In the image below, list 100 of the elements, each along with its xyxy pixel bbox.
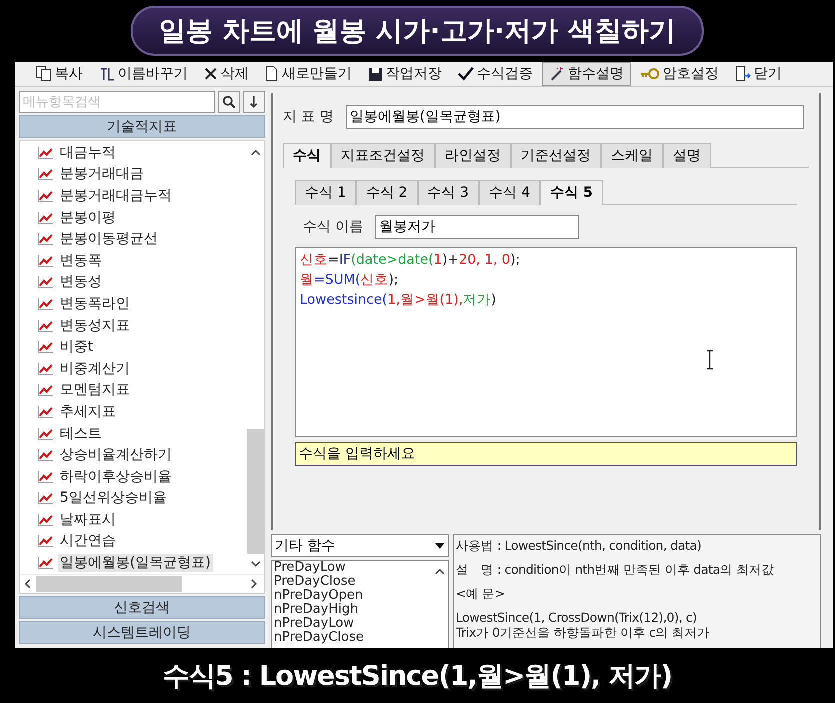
help-example-code: LowestSince(1, CrossDown(Trix(12),0), c) [456, 610, 698, 625]
tree-item[interactable]: 변동폭라인 [58, 294, 132, 313]
toolbar-button[interactable]: 닫기 [728, 62, 789, 86]
toolbar-button[interactable]: 함수설명 [542, 62, 631, 86]
formula-tab[interactable]: 수식 3 [418, 180, 480, 205]
scroll-down-icon[interactable] [250, 560, 260, 568]
indicator-name-field[interactable]: 일봉에월봉(일목균형표) [346, 105, 804, 129]
line-chart-icon [38, 448, 54, 462]
tab[interactable]: 기준선설정 [511, 143, 601, 168]
line-chart-icon [38, 232, 54, 246]
line-chart-icon [38, 556, 54, 570]
formula-tab[interactable]: 수식 4 [479, 180, 540, 205]
tree-item[interactable]: 일봉에월봉(일목균형표) [58, 554, 213, 572]
tree-item[interactable]: 변동폭 [58, 252, 104, 270]
toolbar-button[interactable]: 복사 [29, 62, 90, 86]
dropdown-caret-icon [432, 540, 448, 550]
sort-button[interactable] [243, 91, 265, 113]
line-chart-icon [38, 404, 54, 419]
tree-item[interactable]: 변동성지표 [58, 316, 132, 335]
formula-name-label: 수식 이름 [303, 218, 364, 236]
save-icon [368, 66, 383, 82]
tree-item[interactable]: 상승비율계산하기 [58, 446, 174, 464]
down-arrow-icon [249, 95, 260, 109]
line-chart-icon [38, 167, 54, 182]
tab[interactable]: 수식 [283, 143, 331, 168]
tree-item[interactable]: 분봉거래대금 [58, 165, 146, 184]
search-button[interactable] [218, 91, 240, 113]
tree-item[interactable]: 하락이후상승비율 [58, 468, 174, 486]
line-chart-icon [38, 512, 54, 527]
tab[interactable]: 라인설정 [435, 143, 511, 168]
line-chart-icon [38, 340, 54, 354]
line-chart-icon [38, 383, 54, 398]
tree-item[interactable]: 분봉이동평균선 [58, 230, 160, 248]
tree-item[interactable]: 비중t [58, 338, 96, 356]
formula-tab[interactable]: 수식 1 [295, 180, 356, 205]
toolbar-button[interactable]: 암호설정 [633, 62, 726, 86]
text-cursor-icon [706, 350, 714, 370]
line-chart-icon [38, 362, 54, 376]
section-header[interactable]: 시스템트레이딩 [19, 621, 265, 644]
tab[interactable]: 스케일 [601, 143, 663, 168]
tree-item[interactable]: 분봉이평 [58, 208, 118, 227]
tree-item[interactable]: 분봉거래대금누적 [58, 186, 174, 205]
line-chart-icon [38, 426, 54, 441]
scroll-up-icon[interactable] [250, 149, 260, 157]
tree-item[interactable]: 5일선위상승비율 [58, 489, 169, 508]
section-header[interactable]: 기술적지표 [19, 115, 265, 138]
line-chart-icon [38, 275, 54, 290]
toolbar-button[interactable]: 수식검증 [451, 62, 540, 86]
indicator-name-label: 지 표 명 [283, 108, 334, 126]
line-chart-icon [38, 188, 54, 203]
help-example-heading: <예 문> [456, 586, 506, 601]
line-chart-icon [38, 534, 54, 548]
formula-tab[interactable]: 수식 5 [540, 180, 604, 205]
tab[interactable]: 설명 [663, 143, 711, 168]
code-line: Lowestsince(1,월>월(1),저가) [300, 291, 498, 310]
key-icon [640, 68, 660, 80]
tree-item[interactable]: 테스트 [58, 424, 104, 443]
exit-door-icon [735, 66, 751, 82]
function-item[interactable]: nPreDayHigh [274, 603, 432, 617]
tree-item[interactable]: 변동성 [58, 273, 104, 292]
check-icon [458, 67, 474, 81]
rename-icon [99, 66, 115, 82]
toolbar-button[interactable]: 이름바꾸기 [92, 62, 195, 86]
line-chart-icon [38, 491, 54, 506]
formula-hint: 수식을 입력하세요 [295, 442, 797, 466]
line-chart-icon [38, 146, 54, 160]
search-icon [222, 95, 236, 109]
tree-item[interactable]: 모멘텀지표 [58, 381, 132, 400]
code-line: 신호=IF(date>date(1)+20, 1, 0); [300, 251, 522, 270]
formula-name-field[interactable]: 월봉저가 [375, 215, 580, 239]
function-item[interactable]: nPreDayOpen [274, 589, 432, 603]
code-line: 월=SUM(신호); [300, 271, 400, 290]
function-item[interactable]: PreDayLow [274, 561, 432, 575]
code-editor[interactable]: 신호=IF(date>date(1)+20, 1, 0); 월=SUM(신호); Lowestsince(1,월>월(1),저가) [295, 247, 797, 437]
help-description: 설 명 : condition이 nth번째 만족된 이후 data의 최저값 [456, 562, 776, 577]
function-category-dropdown[interactable]: 기타 함수 [271, 534, 449, 557]
line-chart-icon [38, 318, 54, 333]
toolbar-button[interactable]: 새로만들기 [258, 62, 359, 86]
delete-icon [204, 67, 218, 81]
tree-item[interactable]: 비중계산기 [58, 360, 132, 378]
menu-search-field[interactable]: 메뉴항목검색 [19, 91, 216, 113]
help-usage: 사용법 : LowestSince(nth, condition, data) [456, 538, 703, 553]
section-header[interactable]: 신호검색 [19, 596, 265, 619]
tab[interactable]: 지표조건설정 [331, 143, 435, 168]
line-chart-icon [38, 470, 54, 484]
horizontal-scrollbar[interactable] [20, 574, 264, 593]
magic-wand-icon [549, 66, 565, 82]
function-item[interactable]: nPreDayClose [274, 631, 432, 645]
video-caption: 수식5 : LowestSince(1,월>월(1), 저가) [162, 660, 674, 694]
new-document-icon [265, 66, 279, 82]
toolbar-button[interactable]: 작업저장 [361, 62, 449, 86]
video-title: 일봉 차트에 월봉 시가·고가·저가 색칠하기 [130, 6, 704, 56]
function-item[interactable]: PreDayClose [274, 575, 432, 589]
function-item[interactable]: nPreDayLow [274, 617, 432, 631]
toolbar-button[interactable]: 삭제 [197, 62, 256, 86]
tree-item[interactable]: 시간연습 [58, 532, 118, 550]
tree-item[interactable]: 대금누적 [58, 144, 118, 162]
tree-item[interactable]: 날짜표시 [58, 510, 118, 529]
tree-item[interactable]: 추세지표 [58, 402, 118, 421]
formula-tab[interactable]: 수식 2 [356, 180, 418, 205]
